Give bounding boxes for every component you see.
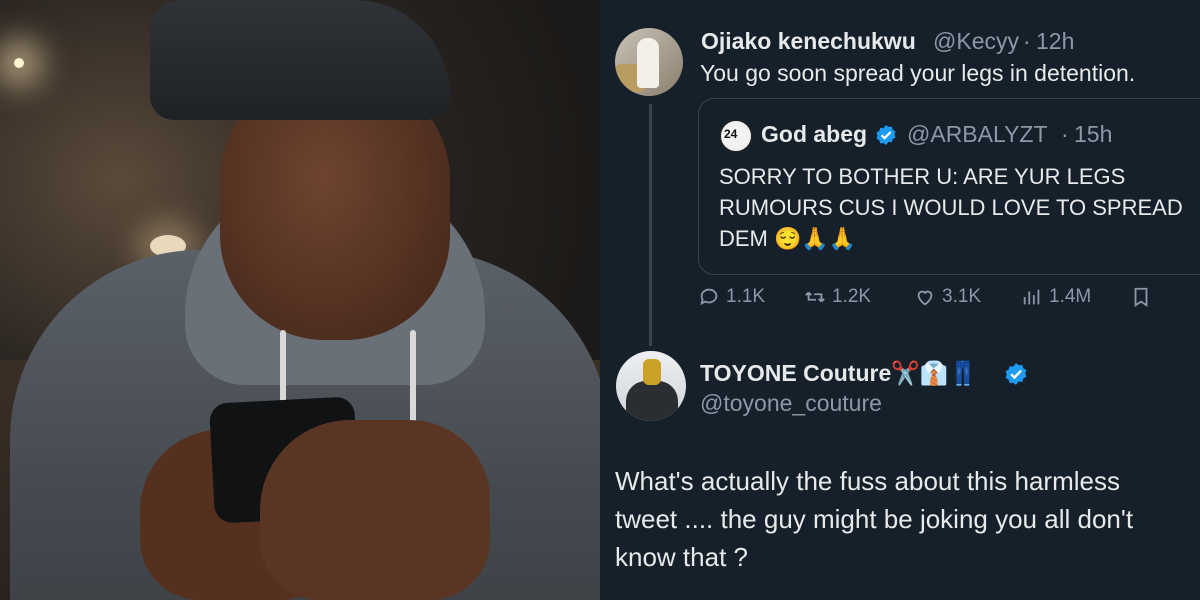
- reply-author-avatar[interactable]: [616, 351, 686, 421]
- bookmark-icon: [1134, 287, 1148, 307]
- like-button[interactable]: 3.1K: [914, 286, 981, 308]
- quote-text-line: SORRY TO BOTHER U: ARE YUR LEGS: [719, 164, 1126, 189]
- background-light: [14, 58, 24, 68]
- quote-author-name: God abeg: [761, 121, 868, 147]
- reply-count: 1.1K: [726, 286, 766, 307]
- tweet-panel: Ojiako kenechukwu @Kecyy · 12h You go so…: [600, 0, 1200, 600]
- quote-text-line: DEM 😌🙏🙏: [719, 226, 857, 251]
- retweet-icon: [805, 291, 825, 303]
- cap: [150, 0, 450, 120]
- retweet-button[interactable]: 1.2K: [804, 286, 871, 308]
- reply-author-handle[interactable]: @toyone_couture: [700, 390, 882, 417]
- verified-icon: [1004, 362, 1028, 386]
- author-avatar[interactable]: [615, 28, 683, 96]
- avatar-head: [643, 359, 661, 385]
- reply-icon: [700, 288, 718, 306]
- reply-text-line: tweet .... the guy might be joking you a…: [615, 504, 1134, 534]
- like-count: 3.1K: [942, 286, 982, 307]
- hand: [260, 420, 490, 600]
- tweet-time[interactable]: 12h: [1036, 28, 1074, 55]
- reply-button[interactable]: 1.1K: [698, 286, 765, 308]
- action-bar: 1.1K 1.2K 3.1K 1.4M: [698, 286, 1168, 314]
- tweet-text: You go soon spread your legs in detentio…: [700, 60, 1136, 86]
- views-icon: [1023, 289, 1040, 305]
- retweet-count: 1.2K: [832, 286, 872, 307]
- reply-text-line: know that ?: [615, 542, 748, 572]
- reply-text-line: What's actually the fuss about this harm…: [615, 466, 1120, 496]
- quote-text-line: RUMOURS CUS I WOULD LOVE TO SPREAD: [719, 195, 1183, 220]
- bookmark-button[interactable]: [1130, 286, 1152, 308]
- avatar-body: [626, 381, 678, 421]
- heart-icon: [917, 290, 933, 306]
- views-button[interactable]: 1.4M: [1021, 286, 1091, 308]
- quote-author-handle: @ARBALYZT: [907, 121, 1048, 147]
- reply-author-name[interactable]: TOYONE Couture✂️👔👖: [700, 360, 977, 387]
- quoted-tweet[interactable]: 24 God abeg @ARBALYZT · 15h SORRY TO BOT…: [698, 98, 1200, 275]
- quote-time: 15h: [1074, 121, 1113, 147]
- avatar-figure: [637, 38, 659, 88]
- photo-panel: [0, 0, 600, 600]
- views-count: 1.4M: [1049, 286, 1092, 307]
- verified-icon: [875, 124, 897, 146]
- thread-line: [649, 104, 652, 346]
- author-name[interactable]: Ojiako kenechukwu: [701, 28, 916, 55]
- quote-avatar: 24: [719, 119, 753, 153]
- separator: ·: [1023, 28, 1031, 54]
- author-handle[interactable]: @Kecyy: [933, 28, 1019, 55]
- separator: ·: [1061, 121, 1069, 147]
